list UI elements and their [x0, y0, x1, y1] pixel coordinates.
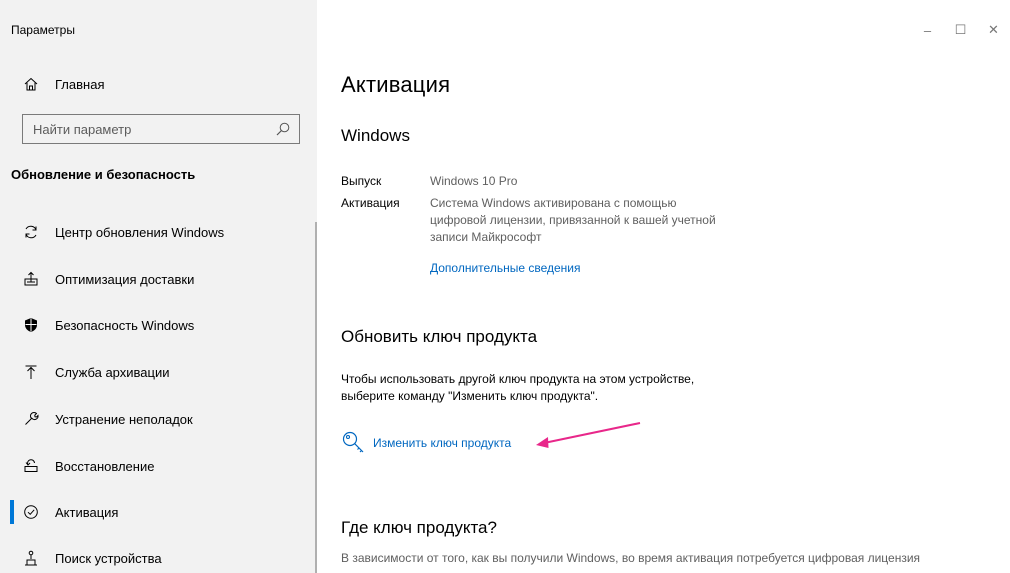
sidebar-item-label: Главная	[55, 76, 105, 92]
key-icon	[341, 430, 367, 456]
home-icon	[22, 75, 40, 93]
change-product-key-button[interactable]: Изменить ключ продукта	[341, 430, 511, 456]
shield-icon	[22, 316, 40, 334]
find-device-icon	[22, 549, 40, 567]
update-key-description: Чтобы использовать другой ключ продукта …	[341, 371, 694, 405]
sidebar-item-label: Оптимизация доставки	[55, 271, 195, 287]
windows-heading: Windows	[341, 126, 410, 145]
activation-status: Система Windows активирована с помощью ц…	[430, 195, 716, 246]
activation-label: Активация	[341, 196, 400, 210]
where-key-heading: Где ключ продукта?	[341, 518, 497, 537]
sidebar-item-label: Безопасность Windows	[55, 317, 195, 333]
activation-status-line: Система Windows активирована с помощью	[430, 196, 677, 210]
sync-icon	[22, 223, 40, 241]
activation-check-icon	[22, 503, 40, 521]
sidebar-item-label: Поиск устройства	[55, 550, 162, 566]
sidebar-item-backup[interactable]: Служба архивации	[0, 352, 317, 392]
main-content: Активация Windows Выпуск Windows 10 Pro …	[341, 0, 1001, 573]
sidebar-item-label: Активация	[55, 504, 119, 520]
activation-status-line: записи Майкрософт	[430, 230, 542, 244]
app-title: Параметры	[11, 23, 75, 37]
update-key-heading: Обновить ключ продукта	[341, 327, 538, 346]
search-icon[interactable]	[275, 121, 291, 137]
update-key-description-line: выберите команду "Изменить ключ продукта…	[341, 389, 599, 403]
edition-label: Выпуск	[341, 174, 382, 188]
sidebar-item-label: Служба архивации	[55, 364, 170, 380]
activation-status-line: цифровой лицензии, привязанной к вашей у…	[430, 213, 716, 227]
where-key-description: В зависимости от того, как вы получили W…	[341, 551, 921, 565]
sidebar-item-label: Восстановление	[55, 458, 155, 474]
search-input[interactable]: Найти параметр	[22, 114, 300, 144]
sidebar: Параметры Главная Найти параметр Обновле…	[0, 0, 317, 573]
sidebar-item-delivery-optimization[interactable]: Оптимизация доставки	[0, 259, 317, 299]
sidebar-item-activation[interactable]: Активация	[0, 492, 317, 532]
backup-icon	[22, 363, 40, 381]
sidebar-item-find-device[interactable]: Поиск устройства	[0, 538, 317, 573]
update-key-description-line: Чтобы использовать другой ключ продукта …	[341, 372, 695, 386]
delivery-icon	[22, 270, 40, 288]
sidebar-item-recovery[interactable]: Восстановление	[0, 446, 317, 486]
sidebar-item-windows-security[interactable]: Безопасность Windows	[0, 305, 317, 345]
page-title: Активация	[341, 72, 451, 97]
sidebar-item-home[interactable]: Главная	[0, 64, 317, 104]
section-title: Обновление и безопасность	[11, 167, 196, 182]
wrench-icon	[22, 410, 40, 428]
change-product-key-link[interactable]: Изменить ключ продукта	[373, 436, 511, 450]
sidebar-scrollbar[interactable]	[315, 222, 317, 573]
search-placeholder: Найти параметр	[33, 122, 132, 137]
sidebar-item-label: Устранение неполадок	[55, 411, 193, 427]
more-info-link[interactable]: Дополнительные сведения	[430, 260, 580, 277]
edition-value: Windows 10 Pro	[430, 174, 518, 188]
sidebar-item-windows-update[interactable]: Центр обновления Windows	[0, 212, 317, 252]
sidebar-item-troubleshoot[interactable]: Устранение неполадок	[0, 399, 317, 439]
recovery-icon	[22, 457, 40, 475]
sidebar-item-label: Центр обновления Windows	[55, 224, 225, 240]
